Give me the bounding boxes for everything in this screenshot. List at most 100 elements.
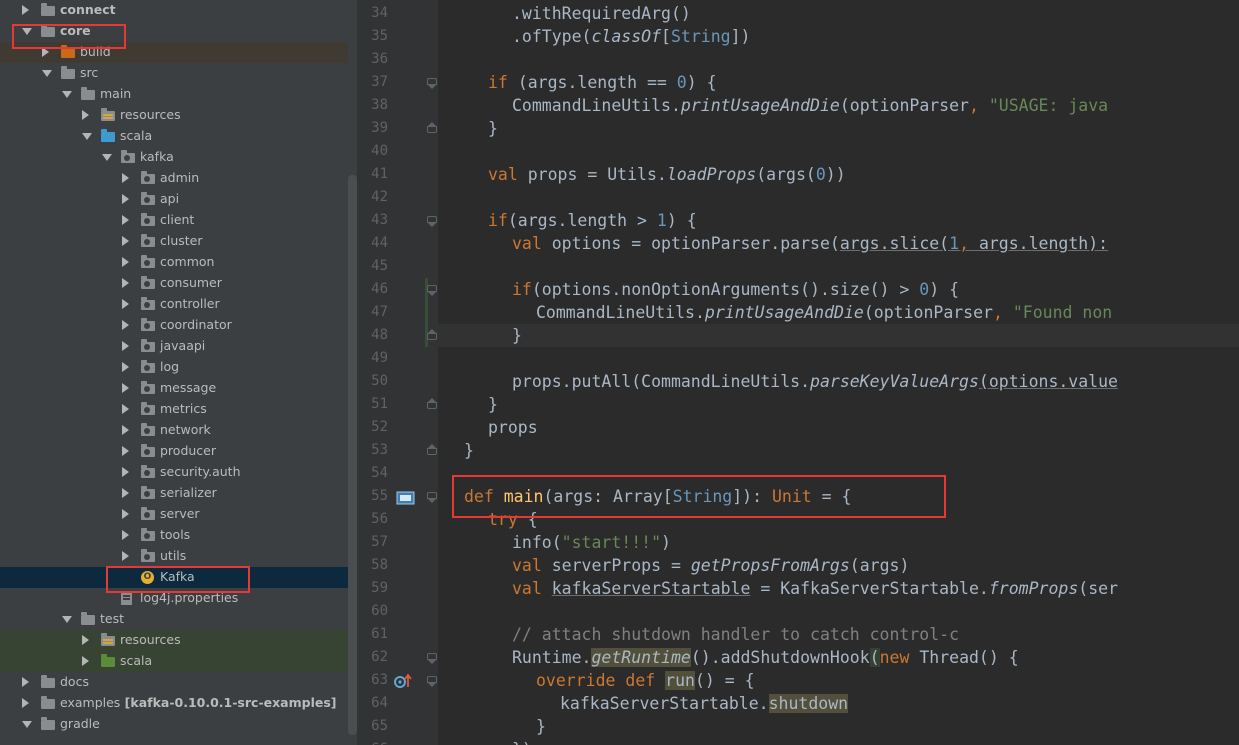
chevron-down-icon[interactable] [102,154,112,161]
chevron-right-icon[interactable] [122,362,129,372]
fold-marker-icon[interactable] [427,216,437,227]
tree-item-scala[interactable]: scala [0,126,348,147]
override-icon[interactable] [393,673,412,688]
code-line[interactable]: if(args.length > 1) { [488,209,697,232]
code-line[interactable]: props [488,416,538,439]
chevron-right-icon[interactable] [122,173,129,183]
tree-item-security-auth[interactable]: security.auth [0,462,348,483]
tree-item-consumer[interactable]: consumer [0,273,348,294]
line-number[interactable]: 65 [360,715,388,738]
line-number[interactable]: 53 [360,439,388,462]
line-number[interactable]: 64 [360,692,388,715]
line-number[interactable]: 61 [360,623,388,646]
tree-item-controller[interactable]: controller [0,294,348,315]
line-number[interactable]: 34 [360,2,388,25]
line-number[interactable]: 54 [360,462,388,485]
tree-item-connect[interactable]: connect [0,0,348,21]
chevron-right-icon[interactable] [122,194,129,204]
code-line[interactable]: CommandLineUtils.printUsageAndDie(option… [512,94,1108,117]
tree-item-scala[interactable]: scala [0,651,348,672]
code-line[interactable]: // attach shutdown handler to catch cont… [512,623,959,646]
tree-item-server[interactable]: server [0,504,348,525]
tree-item-resources[interactable]: resources [0,630,348,651]
tree-item-docs[interactable]: docs [0,672,348,693]
code-line[interactable]: val options = optionParser.parse(args.sl… [512,232,1108,255]
line-number[interactable]: 47 [360,301,388,324]
line-number[interactable]: 43 [360,209,388,232]
tree-item-metrics[interactable]: metrics [0,399,348,420]
code-line[interactable]: if(options.nonOptionArguments().size() >… [512,278,959,301]
chevron-right-icon[interactable] [82,635,89,645]
code-line[interactable]: } [512,324,522,347]
code-line[interactable]: } [464,439,474,462]
line-number[interactable]: 49 [360,347,388,370]
tree-item-producer[interactable]: producer [0,441,348,462]
tree-item-utils[interactable]: utils [0,546,348,567]
chevron-right-icon[interactable] [22,5,29,15]
code-line[interactable]: props.putAll(CommandLineUtils.parseKeyVa… [512,370,1118,393]
line-number[interactable]: 38 [360,94,388,117]
code-line[interactable]: .withRequiredArg() [512,2,691,25]
line-number[interactable]: 57 [360,531,388,554]
line-number[interactable]: 58 [360,554,388,577]
chevron-right-icon[interactable] [122,446,129,456]
tree-item-test[interactable]: test [0,609,348,630]
line-number[interactable]: 60 [360,600,388,623]
fold-marker-icon[interactable] [427,329,437,340]
line-number[interactable]: 37 [360,71,388,94]
fold-marker-icon[interactable] [427,78,437,89]
chevron-right-icon[interactable] [122,488,129,498]
chevron-down-icon[interactable] [62,91,72,98]
tree-item-client[interactable]: client [0,210,348,231]
line-number[interactable]: 48 [360,324,388,347]
chevron-right-icon[interactable] [22,677,29,687]
line-number[interactable]: 59 [360,577,388,600]
implements-icon[interactable] [396,490,415,505]
chevron-right-icon[interactable] [122,299,129,309]
line-number[interactable]: 52 [360,416,388,439]
chevron-down-icon[interactable] [42,70,52,77]
chevron-down-icon[interactable] [62,616,72,623]
code-line[interactable]: info("start!!!") [512,531,671,554]
chevron-right-icon[interactable] [122,257,129,267]
tree-item-serializer[interactable]: serializer [0,483,348,504]
line-number[interactable]: 36 [360,48,388,71]
line-number[interactable]: 35 [360,25,388,48]
tree-item-admin[interactable]: admin [0,168,348,189]
chevron-right-icon[interactable] [122,341,129,351]
code-line[interactable]: override def run() = { [536,669,755,692]
line-number[interactable]: 51 [360,393,388,416]
chevron-right-icon[interactable] [122,215,129,225]
line-number[interactable]: 66 [360,738,388,745]
line-number[interactable]: 56 [360,508,388,531]
code-line[interactable]: Runtime.getRuntime().addShutdownHook(new… [512,646,1019,669]
chevron-down-icon[interactable] [82,133,92,140]
line-number[interactable]: 40 [360,140,388,163]
line-number[interactable]: 39 [360,117,388,140]
tree-item-examples[interactable]: examples [kafka-0.10.0.1-src-examples] [0,693,348,714]
tree-item-resources[interactable]: resources [0,105,348,126]
code-line[interactable]: if (args.length == 0) { [488,71,717,94]
tree-item-common[interactable]: common [0,252,348,273]
chevron-right-icon[interactable] [122,530,129,540]
line-number[interactable]: 45 [360,255,388,278]
line-number[interactable]: 44 [360,232,388,255]
code-line[interactable]: } [488,117,498,140]
fold-marker-icon[interactable] [427,398,437,409]
chevron-right-icon[interactable] [22,698,29,708]
fold-marker-icon[interactable] [427,285,437,296]
code-line[interactable]: } [488,393,498,416]
tree-item-main[interactable]: main [0,84,348,105]
tree-item-gradle[interactable]: gradle [0,714,348,735]
tree-item-api[interactable]: api [0,189,348,210]
chevron-right-icon[interactable] [122,404,129,414]
tree-item-coordinator[interactable]: coordinator [0,315,348,336]
chevron-right-icon[interactable] [122,551,129,561]
tree-item-javaapi[interactable]: javaapi [0,336,348,357]
line-number[interactable]: 63 [360,669,388,692]
code-editor[interactable]: 34 35 36 37 38 39 40 41 42 43 44 45 46 47 48 49 50 51 52 53… [360,0,1239,745]
tree-item-src[interactable]: src [0,63,348,84]
chevron-right-icon[interactable] [122,467,129,477]
tree-item-message[interactable]: message [0,378,348,399]
chevron-right-icon[interactable] [122,278,129,288]
